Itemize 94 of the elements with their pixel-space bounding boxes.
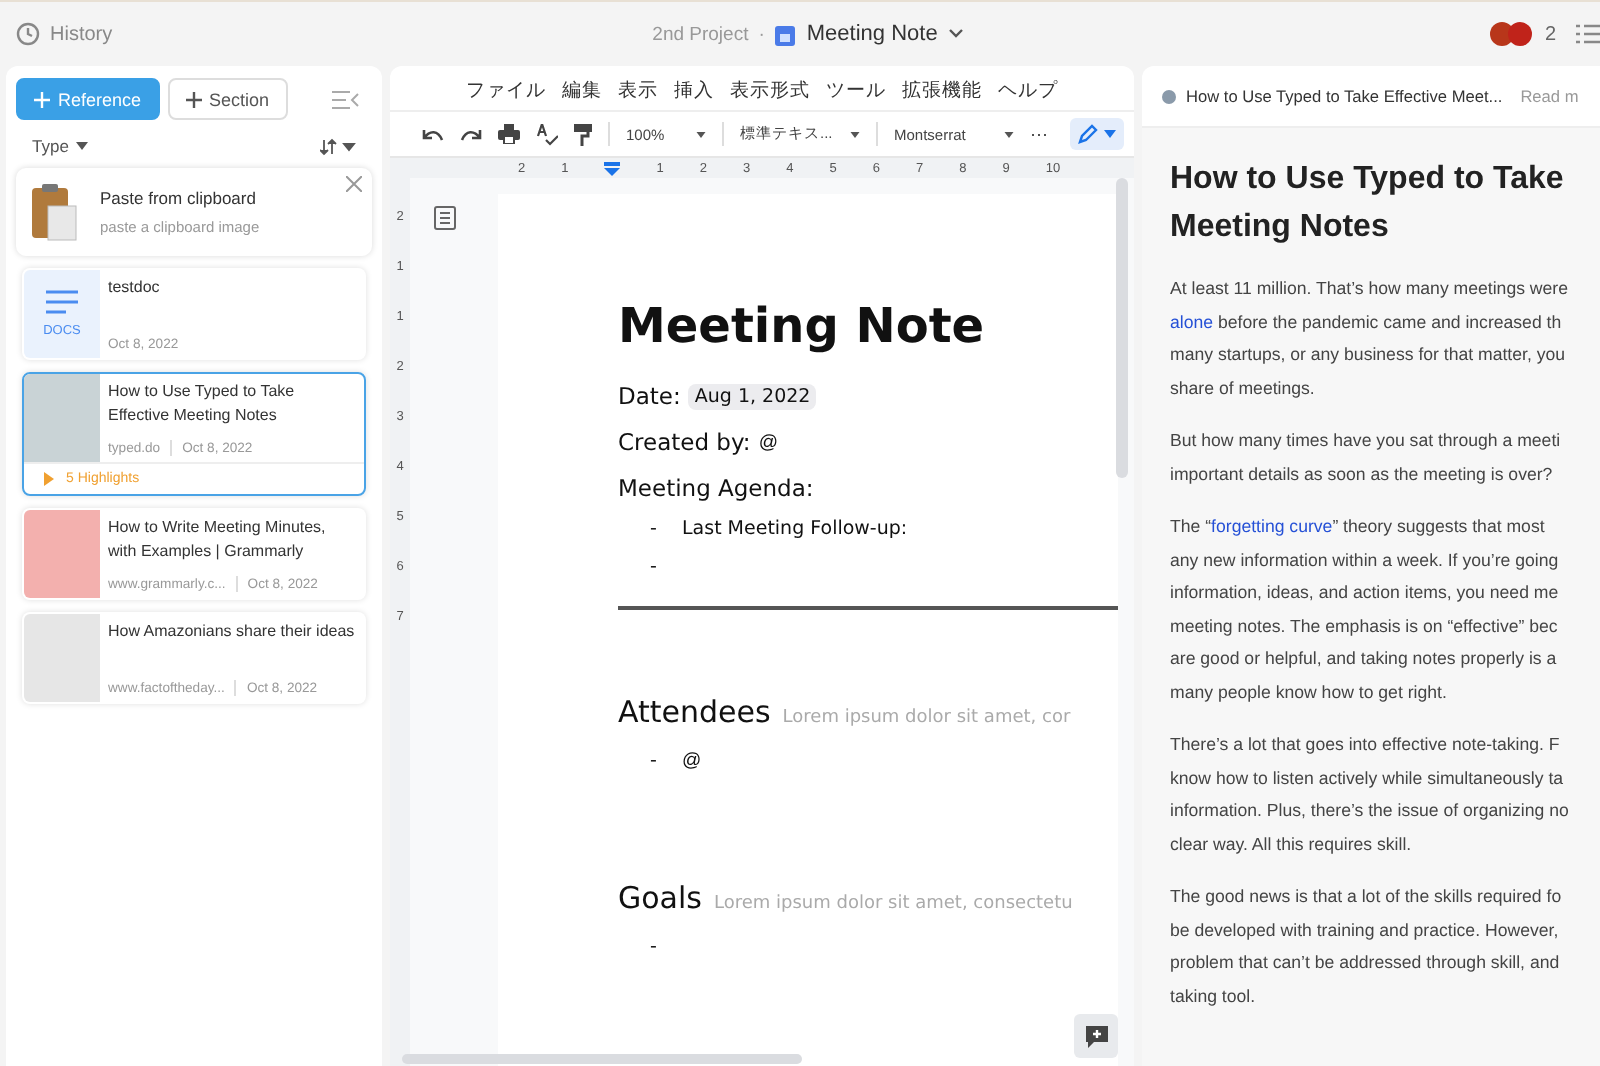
history-icon[interactable] bbox=[16, 22, 40, 46]
menu-item[interactable]: 編集 bbox=[562, 77, 602, 103]
caret-icon bbox=[1004, 131, 1014, 137]
pencil-icon bbox=[1078, 124, 1098, 144]
menu-item[interactable]: 挿入 bbox=[674, 77, 714, 103]
more-button[interactable]: ⋯ bbox=[1030, 124, 1048, 144]
article-text: many startups, or any business for that matter, you bbox=[1170, 344, 1566, 364]
caret-icon bbox=[1104, 130, 1116, 138]
mention-field[interactable]: @ bbox=[758, 431, 778, 454]
article-text: before the pandemic came and increased th bbox=[1215, 311, 1562, 331]
bullet-mark: - bbox=[650, 556, 658, 579]
editing-mode-button[interactable] bbox=[1070, 118, 1124, 150]
reference-title: How to Write Meeting Minutes, with Examples | Grammarly bbox=[108, 516, 328, 564]
redo-icon[interactable] bbox=[460, 127, 482, 141]
photo-placeholder bbox=[24, 614, 100, 702]
caret-icon bbox=[696, 131, 706, 137]
reference-title: How to Use Typed to Take Effective Meeting Notes bbox=[108, 380, 297, 428]
menu-item[interactable]: ファイル bbox=[466, 77, 546, 103]
sort-icon[interactable] bbox=[320, 137, 356, 155]
print-icon[interactable] bbox=[498, 124, 520, 144]
date-label: Date: bbox=[618, 382, 681, 411]
caret-icon bbox=[850, 131, 860, 137]
caret-icon bbox=[76, 142, 89, 150]
section-heading: Goals bbox=[618, 880, 702, 917]
article-text: know how to listen actively while simultaneously ta bbox=[1170, 767, 1564, 787]
type-filter[interactable]: Type bbox=[32, 136, 89, 156]
section-heading: Attendees bbox=[618, 694, 771, 731]
article-text: any new information within a week. If you’re going bbox=[1170, 549, 1559, 569]
photo-placeholder bbox=[24, 374, 100, 462]
vertical-scrollbar[interactable] bbox=[1116, 178, 1128, 478]
article-text: share of meetings. bbox=[1170, 377, 1315, 397]
indent-marker-icon[interactable] bbox=[604, 161, 621, 175]
document-title: Meeting Note bbox=[618, 298, 987, 354]
article-text: The “ bbox=[1170, 516, 1212, 536]
article-text: are good or helpful, and taking notes properly is a bbox=[1170, 648, 1557, 668]
outline-icon[interactable] bbox=[434, 206, 456, 230]
photo-placeholder bbox=[24, 510, 100, 598]
article-text: information. Plus, there’s the issue of organizing no bbox=[1170, 800, 1569, 820]
bullet-mark: - bbox=[650, 518, 658, 541]
menu-item[interactable]: ヘルプ bbox=[998, 77, 1058, 103]
article-text: But how many times have you sat through a meeti bbox=[1170, 430, 1561, 450]
menu-item[interactable]: 表示 bbox=[618, 77, 658, 103]
bullet-mark: - bbox=[650, 936, 658, 959]
article-text: important details as soon as the meeting is over? bbox=[1170, 463, 1553, 483]
paint-format-icon[interactable] bbox=[574, 123, 592, 145]
article-link[interactable]: forgetting curve bbox=[1211, 516, 1333, 536]
menu-item[interactable]: 拡張機能 bbox=[902, 77, 982, 103]
article-title: How to Use Typed to Take Meeting Notes bbox=[1170, 160, 1566, 248]
user-avatar[interactable] bbox=[1490, 22, 1515, 46]
article-tab-title[interactable]: How to Use Typed to Take Effective Meet... bbox=[1186, 86, 1503, 106]
close-icon[interactable] bbox=[346, 176, 362, 192]
article-text: be developed with training and practice. However, bbox=[1170, 919, 1559, 939]
comment-plus-icon bbox=[1085, 1025, 1107, 1047]
menu-item[interactable]: 表示形式 bbox=[730, 77, 810, 103]
article-link[interactable]: alone bbox=[1170, 311, 1214, 331]
document-icon bbox=[774, 23, 797, 45]
article-text: At least 11 million. That’s how many meetings were bbox=[1170, 278, 1568, 298]
clipboard-title: Paste from clipboard bbox=[100, 188, 258, 208]
section-hint: Lorem ipsum dolor sit amet, cor bbox=[782, 708, 1071, 729]
add-comment-button[interactable] bbox=[1074, 1014, 1118, 1058]
article-text: many people know how to get right. bbox=[1170, 681, 1447, 701]
agenda-item: Last Meeting Follow-up: bbox=[682, 518, 908, 541]
site-favicon-icon bbox=[1162, 89, 1176, 103]
horizontal-scrollbar[interactable] bbox=[402, 1054, 802, 1064]
article-text: taking tool. bbox=[1170, 985, 1256, 1005]
article-text: There’s a lot that goes into effective note-taking. F bbox=[1170, 734, 1560, 754]
breadcrumb-separator: · bbox=[758, 23, 765, 45]
document-title[interactable]: Meeting Note bbox=[806, 22, 938, 46]
list-icon[interactable] bbox=[1576, 24, 1600, 44]
article-text: clear way. All this requires skill. bbox=[1170, 833, 1412, 853]
plus-icon bbox=[185, 91, 202, 107]
reference-title: testdoc bbox=[108, 276, 162, 300]
collaborator-count: 2 bbox=[1544, 23, 1556, 45]
article-text: information, ideas, and action items, you need me bbox=[1170, 582, 1559, 602]
date-chip[interactable]: Aug 1, 2022 bbox=[688, 383, 817, 410]
mention-field[interactable]: @ bbox=[682, 750, 702, 773]
clipboard-icon bbox=[32, 182, 80, 242]
article-text: The good news is that a lot of the skills required fo bbox=[1170, 886, 1562, 906]
reference-title: How Amazonians share their ideas bbox=[108, 620, 356, 644]
article-text: problem that can’t be addressed through skill, and bbox=[1170, 952, 1560, 972]
spellcheck-icon[interactable] bbox=[536, 123, 558, 145]
article-text: ” theory suggests that most bbox=[1332, 516, 1545, 536]
add-button[interactable]: Section bbox=[167, 78, 288, 120]
menu-item[interactable]: ツール bbox=[826, 77, 886, 103]
created-by-label: Created by: bbox=[618, 428, 751, 457]
section-hint: Lorem ipsum dolor sit amet, consectetu bbox=[713, 894, 1073, 915]
undo-icon[interactable] bbox=[422, 127, 444, 141]
article-text: meeting notes. The emphasis is on “effective” bec bbox=[1170, 615, 1558, 635]
chevron-down-icon[interactable] bbox=[947, 28, 964, 40]
agenda-label: Meeting Agenda: bbox=[618, 474, 814, 503]
plus-icon bbox=[34, 91, 50, 107]
document-lines-icon bbox=[46, 290, 78, 314]
user-avatar[interactable] bbox=[1508, 22, 1533, 46]
bullet-mark: - bbox=[650, 750, 658, 773]
